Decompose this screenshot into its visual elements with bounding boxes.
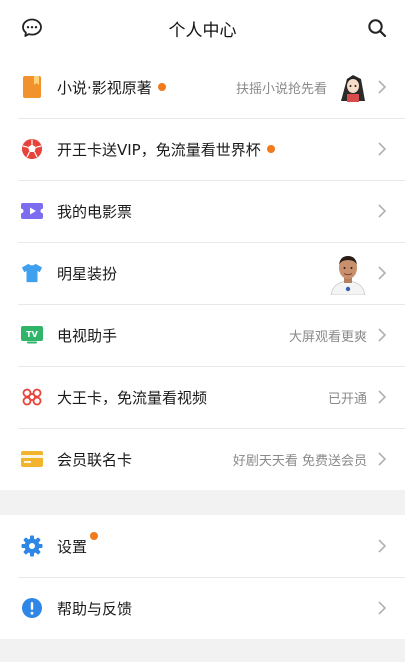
chevron-right-icon	[378, 142, 387, 156]
message-icon[interactable]	[20, 16, 44, 40]
menu-item-hint: 大屏观看更爽	[288, 329, 367, 345]
menu-item-settings[interactable]: 设置	[0, 515, 405, 577]
svg-text:TV: TV	[26, 330, 38, 339]
section-divider	[0, 490, 405, 515]
help-icon	[21, 597, 43, 619]
chevron-right-icon	[378, 328, 387, 342]
menu-item-hint: 扶摇小说抢先看	[235, 81, 327, 97]
menu-item-label: 小说·影视原著	[57, 77, 166, 98]
tshirt-icon	[21, 262, 43, 284]
celebrity-avatar	[327, 251, 369, 295]
menu-item-label: 设置	[57, 531, 99, 557]
menu-item-member-card[interactable]: 会员联名卡 好剧天天看 免费送会员	[0, 428, 405, 490]
top-bar: 个人中心	[0, 0, 405, 56]
menu-item-label: 开王卡送VIP，免流量看世界杯	[57, 139, 275, 160]
character-avatar	[337, 71, 369, 103]
menu-item-label: 明星装扮	[57, 264, 118, 283]
gear-icon	[21, 535, 43, 557]
chevron-right-icon	[378, 266, 387, 280]
book-icon	[21, 76, 43, 98]
soccer-ball-icon	[21, 138, 43, 160]
page-title: 个人中心	[168, 20, 237, 41]
menu-item-king-card[interactable]: 大王卡，免流量看视频 已开通	[0, 366, 405, 428]
bottom-spacer	[0, 639, 405, 651]
menu-group-main: 小说·影视原著 扶摇小说抢先看 开王卡送VIP，免流量看世界杯 我的电影票 明星…	[0, 56, 405, 490]
menu-group-settings: 设置 帮助与反馈	[0, 515, 405, 639]
menu-item-tv-assistant[interactable]: TV 电视助手 大屏观看更爽	[0, 304, 405, 366]
menu-item-label: 大王卡，免流量看视频	[57, 388, 208, 407]
chevron-right-icon	[378, 204, 387, 218]
menu-item-hint: 好剧天天看 免费送会员	[232, 453, 367, 469]
tv-icon: TV	[21, 324, 43, 346]
menu-item-label: 帮助与反馈	[57, 599, 133, 618]
chevron-right-icon	[378, 390, 387, 404]
search-icon[interactable]	[365, 16, 389, 40]
menu-item-king-card-vip[interactable]: 开王卡送VIP，免流量看世界杯	[0, 118, 405, 180]
chevron-right-icon	[378, 452, 387, 466]
chevron-right-icon	[378, 601, 387, 615]
new-badge-dot	[157, 82, 166, 91]
chevron-right-icon	[378, 80, 387, 94]
menu-item-novel[interactable]: 小说·影视原著 扶摇小说抢先看	[0, 56, 405, 118]
menu-item-movie-tickets[interactable]: 我的电影票	[0, 180, 405, 242]
menu-item-star-outfit[interactable]: 明星装扮	[0, 242, 405, 304]
menu-item-label: 会员联名卡	[57, 450, 133, 469]
menu-item-label: 我的电影票	[57, 202, 133, 221]
menu-item-status: 已开通	[327, 391, 367, 407]
menu-item-help-feedback[interactable]: 帮助与反馈	[0, 577, 405, 639]
new-badge-dot	[266, 144, 275, 153]
new-badge-dot	[90, 531, 99, 540]
chevron-right-icon	[378, 539, 387, 553]
member-card-icon	[21, 448, 43, 470]
menu-item-label: 电视助手	[57, 326, 118, 345]
movie-ticket-icon	[21, 200, 43, 222]
unicom-logo-icon	[21, 386, 43, 408]
